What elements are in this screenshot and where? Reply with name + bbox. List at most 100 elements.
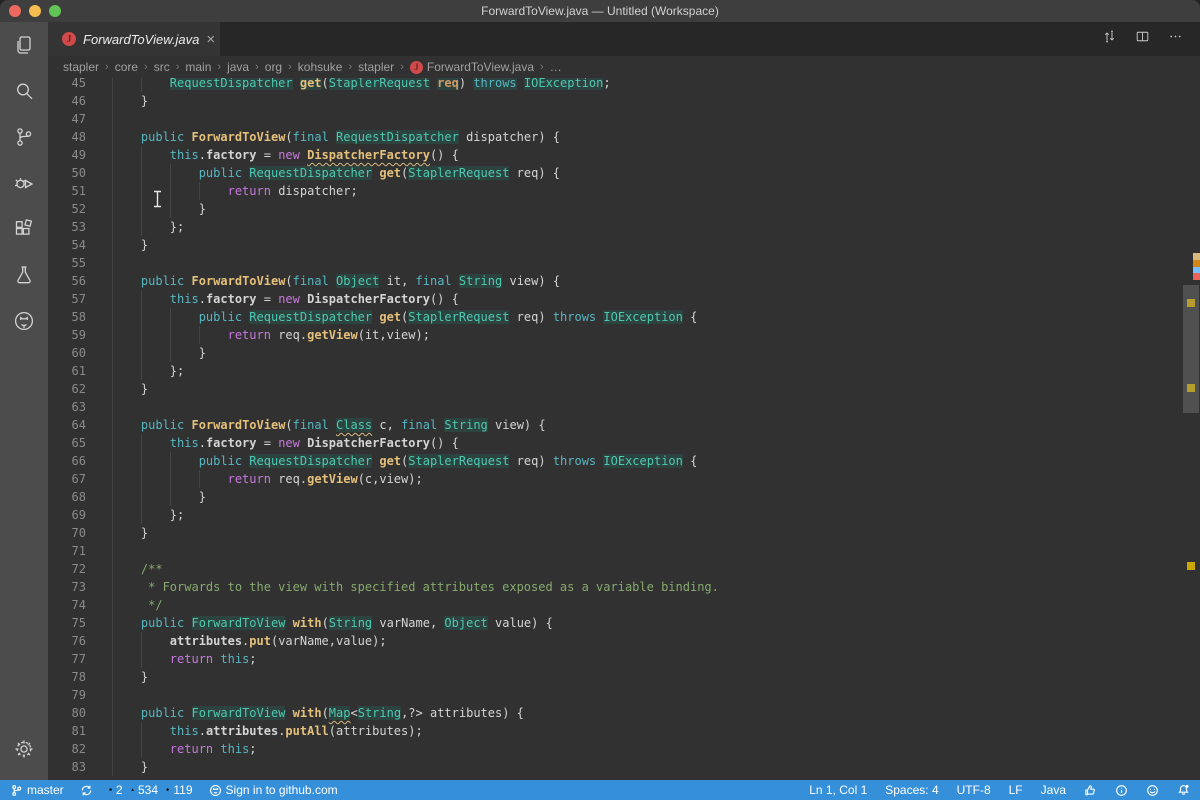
bell-icon[interactable] bbox=[1177, 784, 1190, 797]
code-line[interactable]: 48 public ForwardToView(final RequestDis… bbox=[48, 128, 1200, 146]
code-line[interactable]: 82 return this; bbox=[48, 740, 1200, 758]
more-actions-icon[interactable] bbox=[1167, 28, 1184, 50]
line-number[interactable]: 58 bbox=[48, 308, 100, 326]
code-line[interactable]: 63 bbox=[48, 398, 1200, 416]
line-number[interactable]: 63 bbox=[48, 398, 100, 416]
git-branch-indicator[interactable]: master bbox=[10, 783, 64, 797]
line-number[interactable]: 64 bbox=[48, 416, 100, 434]
code-line[interactable]: 51 return dispatcher; bbox=[48, 182, 1200, 200]
code-line[interactable]: 79 bbox=[48, 686, 1200, 704]
line-number[interactable]: 79 bbox=[48, 686, 100, 704]
line-number[interactable]: 71 bbox=[48, 542, 100, 560]
code-line[interactable]: 69 }; bbox=[48, 506, 1200, 524]
code-line[interactable]: 66 public RequestDispatcher get(StaplerR… bbox=[48, 452, 1200, 470]
code-line[interactable]: 59 return req.getView(it,view); bbox=[48, 326, 1200, 344]
code-line[interactable]: 67 return req.getView(c,view); bbox=[48, 470, 1200, 488]
line-number[interactable]: 47 bbox=[48, 110, 100, 128]
line-number[interactable]: 73 bbox=[48, 578, 100, 596]
compare-changes-icon[interactable] bbox=[1101, 28, 1118, 50]
code-editor[interactable]: 45 RequestDispatcher get(StaplerRequest … bbox=[48, 78, 1200, 780]
line-number[interactable]: 75 bbox=[48, 614, 100, 632]
breadcrumb-item-symbol[interactable]: … bbox=[550, 60, 562, 74]
breadcrumb-item[interactable]: stapler bbox=[63, 60, 99, 74]
line-number[interactable]: 45 bbox=[48, 78, 100, 92]
language-mode[interactable]: Java bbox=[1041, 783, 1066, 797]
line-number[interactable]: 67 bbox=[48, 470, 100, 488]
line-number[interactable]: 65 bbox=[48, 434, 100, 452]
line-number[interactable]: 59 bbox=[48, 326, 100, 344]
line-number[interactable]: 52 bbox=[48, 200, 100, 218]
github-signin-button[interactable]: Sign in to github.com bbox=[209, 783, 338, 797]
line-number[interactable]: 70 bbox=[48, 524, 100, 542]
breadcrumb-item-file[interactable]: JForwardToView.java bbox=[410, 60, 534, 74]
code-line[interactable]: 49 this.factory = new DispatcherFactory(… bbox=[48, 146, 1200, 164]
code-line[interactable]: 81 this.attributes.putAll(attributes); bbox=[48, 722, 1200, 740]
line-number[interactable]: 69 bbox=[48, 506, 100, 524]
extensions-icon[interactable] bbox=[0, 206, 48, 252]
line-number[interactable]: 68 bbox=[48, 488, 100, 506]
code-line[interactable]: 60 } bbox=[48, 344, 1200, 362]
split-editor-icon[interactable] bbox=[1134, 28, 1151, 50]
sync-changes-button[interactable] bbox=[80, 784, 93, 797]
code-line[interactable]: 50 public RequestDispatcher get(StaplerR… bbox=[48, 164, 1200, 182]
code-line[interactable]: 76 attributes.put(varName,value); bbox=[48, 632, 1200, 650]
info-icon[interactable] bbox=[1115, 784, 1128, 797]
line-number[interactable]: 48 bbox=[48, 128, 100, 146]
code-line[interactable]: 83 } bbox=[48, 758, 1200, 776]
line-number[interactable]: 53 bbox=[48, 218, 100, 236]
line-number[interactable]: 46 bbox=[48, 92, 100, 110]
breadcrumb-item[interactable]: org bbox=[265, 60, 282, 74]
code-line[interactable]: 70 } bbox=[48, 524, 1200, 542]
problems-indicator[interactable]: 2 534 119 bbox=[109, 783, 193, 797]
settings-gear-icon[interactable] bbox=[0, 726, 48, 772]
explorer-icon[interactable] bbox=[0, 22, 48, 68]
code-line[interactable]: 61 }; bbox=[48, 362, 1200, 380]
github-icon[interactable] bbox=[0, 298, 48, 344]
thumbsup-icon[interactable] bbox=[1084, 784, 1097, 797]
line-number[interactable]: 55 bbox=[48, 254, 100, 272]
tab-forwardtoview[interactable]: J ForwardToView.java × bbox=[48, 22, 220, 56]
breadcrumb-item[interactable]: src bbox=[154, 60, 170, 74]
testing-icon[interactable] bbox=[0, 252, 48, 298]
code-line[interactable]: 71 bbox=[48, 542, 1200, 560]
code-line[interactable]: 52 } bbox=[48, 200, 1200, 218]
line-number[interactable]: 74 bbox=[48, 596, 100, 614]
breadcrumb-item[interactable]: main bbox=[185, 60, 211, 74]
code-line[interactable]: 80 public ForwardToView with(Map<String,… bbox=[48, 704, 1200, 722]
eol-setting[interactable]: LF bbox=[1009, 783, 1023, 797]
line-number[interactable]: 66 bbox=[48, 452, 100, 470]
code-line[interactable]: 53 }; bbox=[48, 218, 1200, 236]
code-line[interactable]: 78 } bbox=[48, 668, 1200, 686]
close-window-button[interactable] bbox=[9, 5, 21, 17]
code-line[interactable]: 73 * Forwards to the view with specified… bbox=[48, 578, 1200, 596]
close-tab-icon[interactable]: × bbox=[206, 32, 215, 47]
zoom-window-button[interactable] bbox=[49, 5, 61, 17]
line-number[interactable]: 76 bbox=[48, 632, 100, 650]
breadcrumb-item[interactable]: stapler bbox=[358, 60, 394, 74]
line-number[interactable]: 61 bbox=[48, 362, 100, 380]
encoding-setting[interactable]: UTF-8 bbox=[957, 783, 991, 797]
line-number[interactable]: 83 bbox=[48, 758, 100, 776]
code-line[interactable]: 56 public ForwardToView(final Object it,… bbox=[48, 272, 1200, 290]
scrollbar-thumb[interactable] bbox=[1183, 285, 1199, 413]
search-icon[interactable] bbox=[0, 68, 48, 114]
code-line[interactable]: 57 this.factory = new DispatcherFactory(… bbox=[48, 290, 1200, 308]
line-number[interactable]: 77 bbox=[48, 650, 100, 668]
breadcrumb-item[interactable]: kohsuke bbox=[298, 60, 343, 74]
code-line[interactable]: 65 this.factory = new DispatcherFactory(… bbox=[48, 434, 1200, 452]
line-number[interactable]: 80 bbox=[48, 704, 100, 722]
code-line[interactable]: 58 public RequestDispatcher get(StaplerR… bbox=[48, 308, 1200, 326]
code-line[interactable]: 68 } bbox=[48, 488, 1200, 506]
line-number[interactable]: 60 bbox=[48, 344, 100, 362]
code-line[interactable]: 47 bbox=[48, 110, 1200, 128]
code-line[interactable]: 55 bbox=[48, 254, 1200, 272]
feedback-icon[interactable] bbox=[1146, 784, 1159, 797]
code-line[interactable]: 64 public ForwardToView(final Class c, f… bbox=[48, 416, 1200, 434]
run-debug-icon[interactable] bbox=[0, 160, 48, 206]
line-number[interactable]: 49 bbox=[48, 146, 100, 164]
code-line[interactable]: 77 return this; bbox=[48, 650, 1200, 668]
line-number[interactable]: 50 bbox=[48, 164, 100, 182]
code-line[interactable]: 45 RequestDispatcher get(StaplerRequest … bbox=[48, 78, 1200, 92]
line-number[interactable]: 54 bbox=[48, 236, 100, 254]
breadcrumb-item[interactable]: core bbox=[115, 60, 138, 74]
